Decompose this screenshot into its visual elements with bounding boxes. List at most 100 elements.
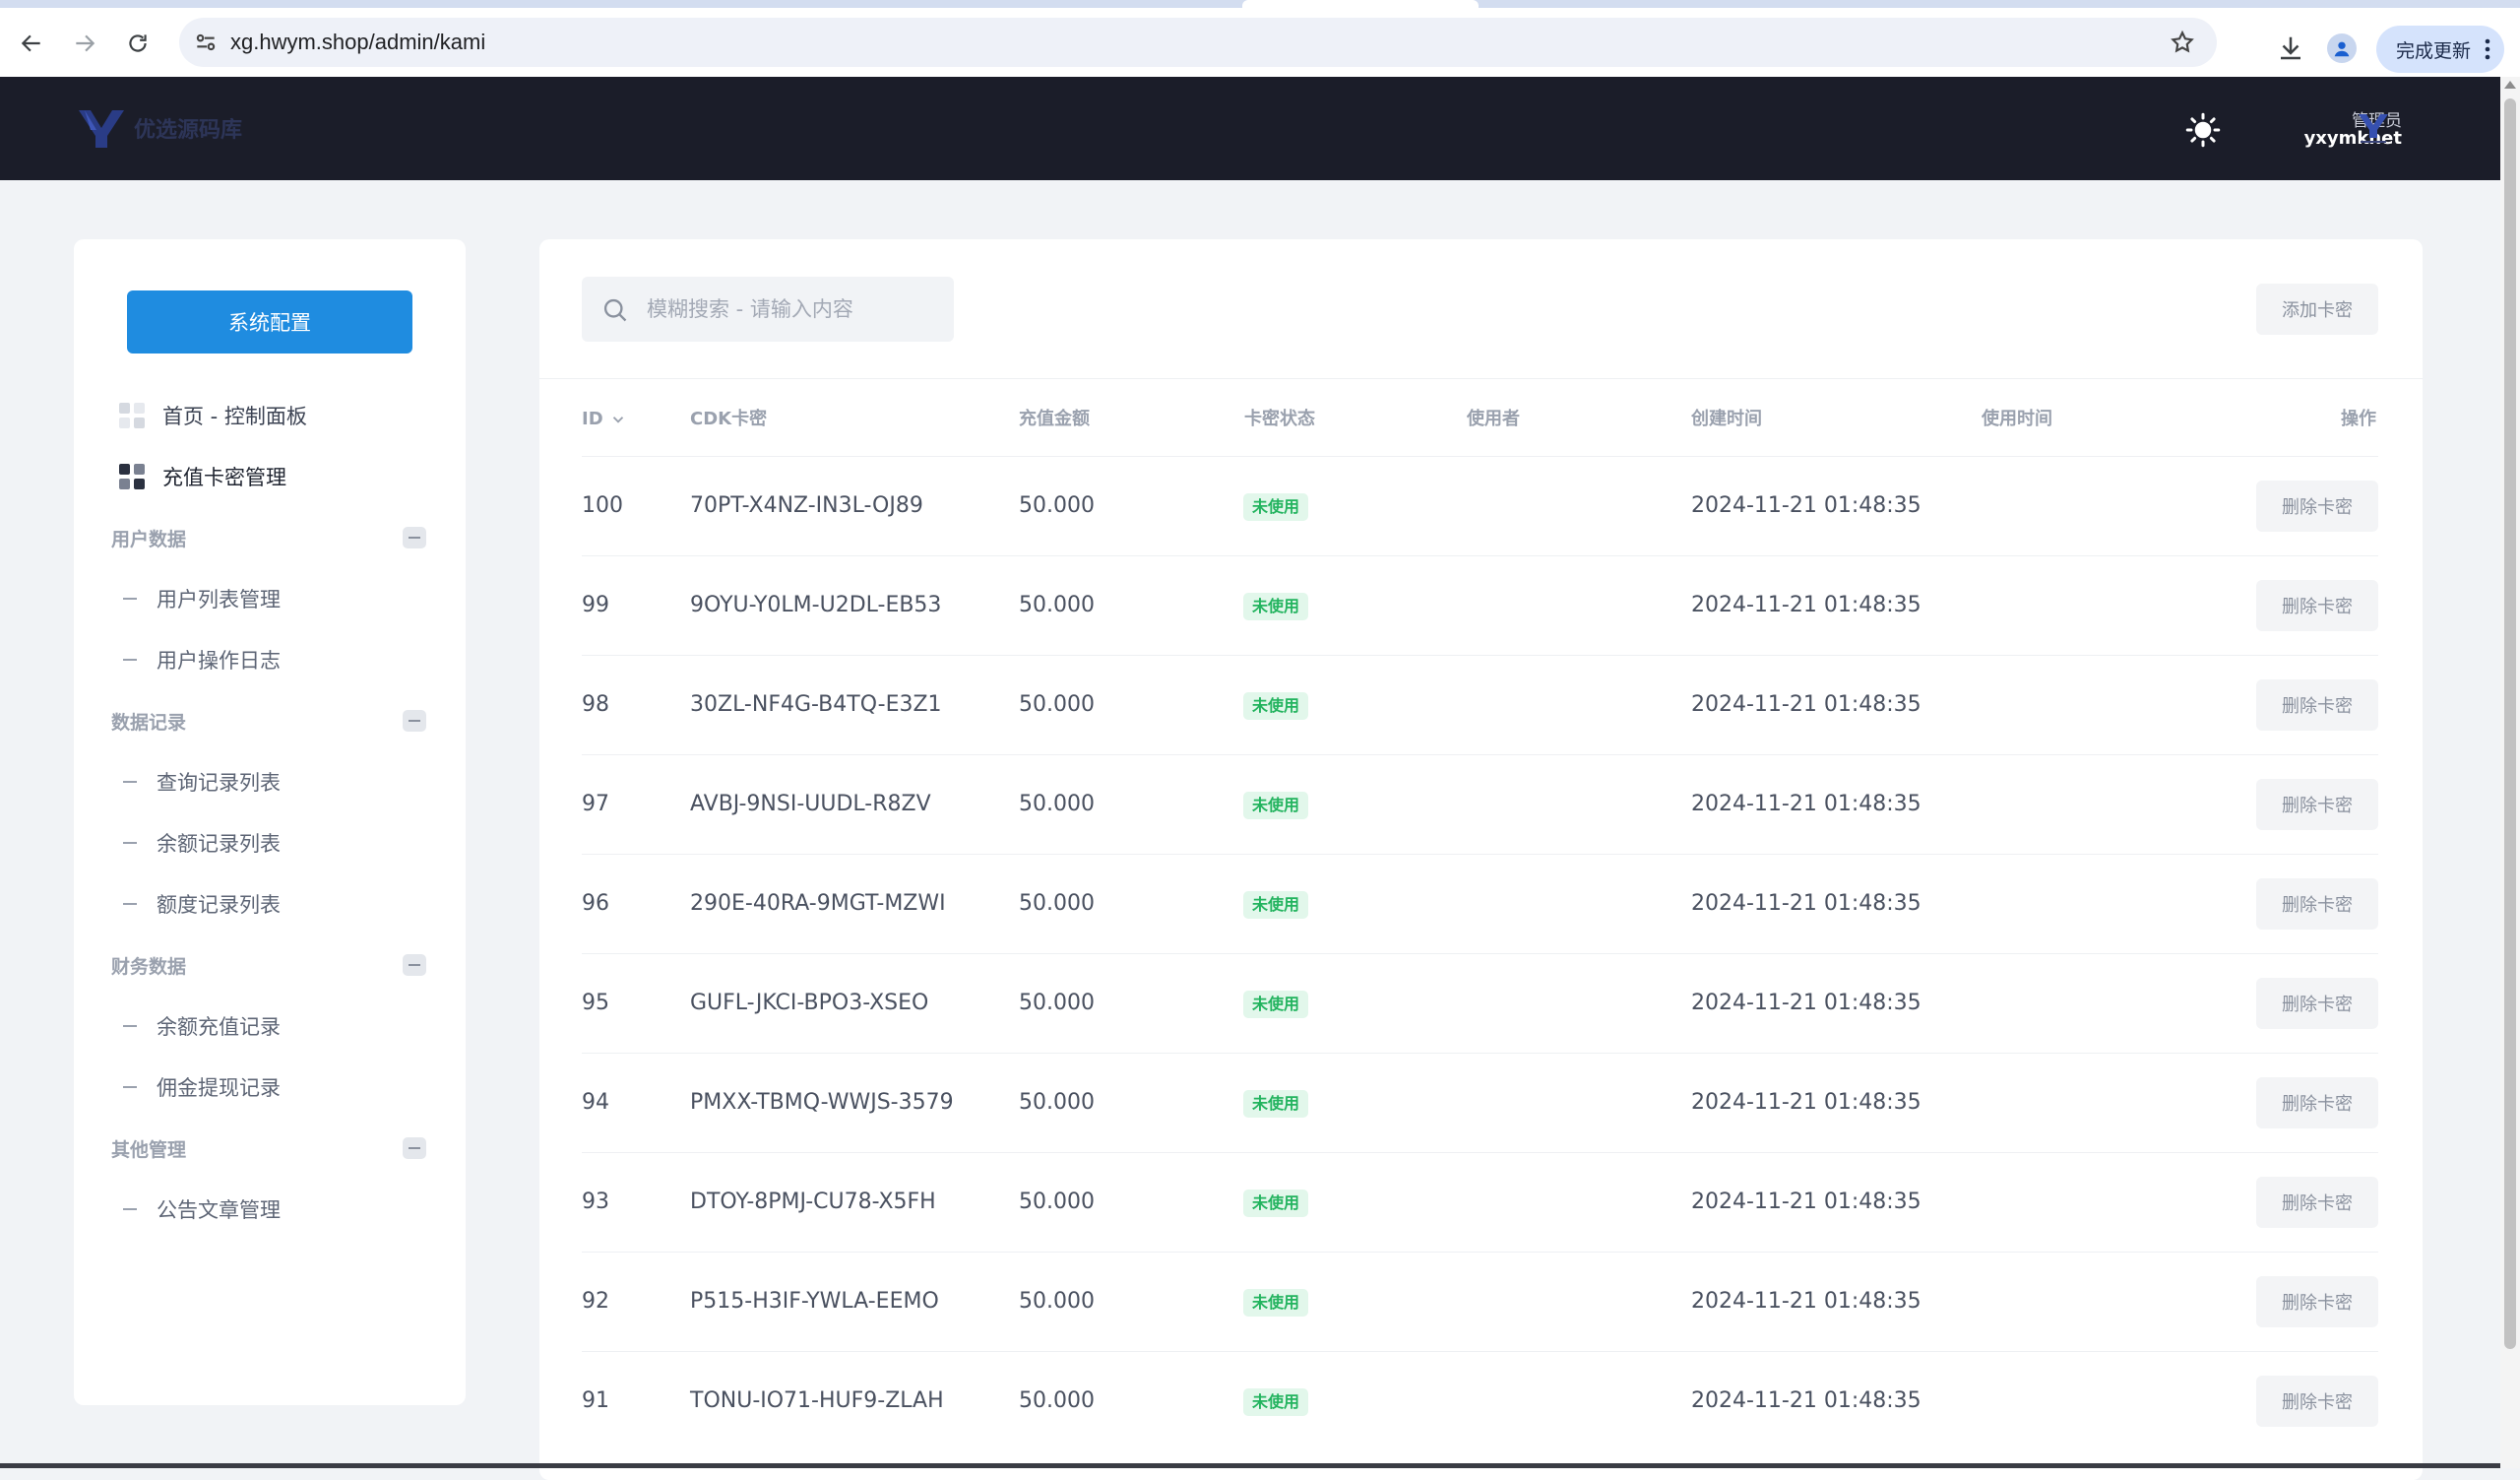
- status-badge: 未使用: [1243, 593, 1309, 620]
- column-header-used-time: 使用时间: [1982, 409, 2052, 429]
- taskbar-edge: [0, 1463, 2500, 1468]
- cell-amount: 50.000: [1019, 792, 1095, 816]
- site-logo[interactable]: 优选源码库: [77, 106, 242, 150]
- url-text[interactable]: xg.hwym.shop/admin/kami: [230, 18, 485, 67]
- status-badge: 未使用: [1243, 692, 1309, 720]
- sidebar-item-user-log[interactable]: 用户操作日志: [123, 640, 281, 679]
- sidebar-item-label: 公告文章管理: [157, 1198, 281, 1222]
- delete-card-key-button[interactable]: 删除卡密: [2256, 679, 2378, 731]
- dashboard-grid-icon: [119, 403, 145, 428]
- collapse-icon[interactable]: [403, 527, 426, 548]
- table-row: 100 70PT-X4NZ-IN3L-OJ89 50.000 未使用 2024-…: [582, 456, 2378, 555]
- back-icon[interactable]: [16, 28, 47, 59]
- delete-card-key-button[interactable]: 删除卡密: [2256, 1276, 2378, 1327]
- theme-sun-icon[interactable]: [2185, 112, 2221, 148]
- sidebar-group-other[interactable]: 其他管理: [111, 1128, 426, 1168]
- cell-created-time: 2024-11-21 01:48:35: [1691, 593, 1922, 617]
- active-tab[interactable]: [1242, 0, 1479, 8]
- sidebar-item-user-list[interactable]: 用户列表管理: [123, 579, 281, 618]
- sort-chevron-down-icon[interactable]: [609, 411, 627, 428]
- collapse-icon[interactable]: [403, 1137, 426, 1159]
- sidebar-item-card-management[interactable]: 充值卡密管理: [119, 457, 286, 496]
- group-title: 用户数据: [111, 528, 187, 550]
- cell-id: 98: [582, 692, 609, 717]
- delete-card-key-button[interactable]: 删除卡密: [2256, 1077, 2378, 1128]
- cell-cdk: DTOY-8PMJ-CU78-X5FH: [690, 1190, 936, 1214]
- bookmark-star-icon[interactable]: [2170, 30, 2195, 55]
- cell-amount: 50.000: [1019, 1190, 1095, 1214]
- search-icon: [603, 298, 627, 322]
- sidebar-item-quota-records[interactable]: 额度记录列表: [123, 884, 281, 924]
- cell-id: 95: [582, 991, 609, 1015]
- sidebar-item-balance-records[interactable]: 余额记录列表: [123, 823, 281, 863]
- collapse-icon[interactable]: [403, 954, 426, 976]
- sidebar-group-user-data[interactable]: 用户数据: [111, 518, 426, 557]
- sidebar-item-announcements[interactable]: 公告文章管理: [123, 1190, 281, 1229]
- status-badge: 未使用: [1243, 891, 1309, 919]
- cell-id: 92: [582, 1289, 609, 1314]
- cell-cdk: TONU-IO71-HUF9-ZLAH: [690, 1388, 944, 1413]
- user-avatar[interactable]: [2355, 108, 2392, 146]
- table-row: 94 PMXX-TBMQ-WWJS-3579 50.000 未使用 2024-1…: [582, 1053, 2378, 1152]
- cell-cdk: P515-H3IF-YWLA-EEMO: [690, 1289, 939, 1314]
- sidebar-item-withdraw-records[interactable]: 佣金提现记录: [123, 1067, 281, 1107]
- cell-amount: 50.000: [1019, 1388, 1095, 1413]
- cell-amount: 50.000: [1019, 891, 1095, 916]
- status-badge: 未使用: [1243, 1388, 1309, 1416]
- column-header-amount: 充值金额: [1019, 409, 1090, 429]
- sidebar-item-recharge-records[interactable]: 余额充值记录: [123, 1006, 281, 1046]
- sidebar-item-query-records[interactable]: 查询记录列表: [123, 762, 281, 802]
- forward-icon[interactable]: [69, 28, 100, 59]
- reload-icon[interactable]: [122, 28, 154, 59]
- profile-avatar[interactable]: [2327, 33, 2357, 63]
- column-header-action: 操作: [2341, 409, 2376, 429]
- divider: [539, 378, 2423, 379]
- sidebar-item-dashboard[interactable]: 首页 - 控制面板: [119, 396, 307, 435]
- sidebar-item-label: 用户列表管理: [157, 588, 281, 611]
- cell-cdk: 9OYU-Y0LM-U2DL-EB53: [690, 593, 942, 617]
- cell-cdk: 70PT-X4NZ-IN3L-OJ89: [690, 493, 923, 518]
- cell-cdk: 30ZL-NF4G-B4TQ-E3Z1: [690, 692, 942, 717]
- sidebar-group-finance[interactable]: 财务数据: [111, 945, 426, 985]
- cell-cdk: GUFL-JKCI-BPO3-XSEO: [690, 991, 929, 1015]
- add-card-key-button[interactable]: 添加卡密: [2256, 284, 2378, 335]
- cell-cdk: AVBJ-9NSI-UUDL-R8ZV: [690, 792, 931, 816]
- delete-card-key-button[interactable]: 删除卡密: [2256, 580, 2378, 631]
- page-scrollbar[interactable]: [2500, 77, 2520, 1468]
- status-badge: 未使用: [1243, 991, 1309, 1018]
- cell-amount: 50.000: [1019, 1090, 1095, 1115]
- cell-created-time: 2024-11-21 01:48:35: [1691, 991, 1922, 1015]
- address-bar[interactable]: xg.hwym.shop/admin/kami: [179, 18, 2217, 67]
- sidebar: 系统配置 首页 - 控制面板 充值卡密管理 用户数据 用户列表管理 用户操作日志…: [74, 239, 466, 1405]
- browser-chrome: xg.hwym.shop/admin/kami 完成更新: [0, 0, 2520, 77]
- delete-card-key-button[interactable]: 删除卡密: [2256, 779, 2378, 830]
- column-header-user: 使用者: [1467, 409, 1520, 429]
- column-header-label: ID: [582, 409, 603, 429]
- delete-card-key-button[interactable]: 删除卡密: [2256, 1376, 2378, 1427]
- cell-amount: 50.000: [1019, 493, 1095, 518]
- scroll-up-arrow-icon[interactable]: [2504, 81, 2516, 89]
- column-header-id[interactable]: ID: [582, 405, 627, 434]
- cell-id: 94: [582, 1090, 609, 1115]
- cell-cdk: PMXX-TBMQ-WWJS-3579: [690, 1090, 954, 1115]
- logo-text: 优选源码库: [134, 117, 243, 143]
- site-info-icon[interactable]: [193, 30, 219, 55]
- sidebar-group-data-records[interactable]: 数据记录: [111, 701, 426, 740]
- browser-update-button[interactable]: 完成更新: [2376, 26, 2504, 73]
- cell-created-time: 2024-11-21 01:48:35: [1691, 1090, 1922, 1115]
- search-box[interactable]: [582, 277, 954, 342]
- delete-card-key-button[interactable]: 删除卡密: [2256, 1177, 2378, 1228]
- delete-card-key-button[interactable]: 删除卡密: [2256, 481, 2378, 532]
- collapse-icon[interactable]: [403, 710, 426, 732]
- search-input[interactable]: [645, 277, 940, 342]
- system-config-button[interactable]: 系统配置: [127, 290, 412, 354]
- download-icon[interactable]: [2276, 33, 2305, 63]
- table-row: 93 DTOY-8PMJ-CU78-X5FH 50.000 未使用 2024-1…: [582, 1152, 2378, 1252]
- update-label: 完成更新: [2396, 40, 2472, 62]
- delete-card-key-button[interactable]: 删除卡密: [2256, 878, 2378, 930]
- cell-amount: 50.000: [1019, 593, 1095, 617]
- more-menu-icon: [2485, 38, 2490, 60]
- cell-id: 100: [582, 493, 623, 518]
- delete-card-key-button[interactable]: 删除卡密: [2256, 978, 2378, 1029]
- scrollbar-thumb[interactable]: [2504, 98, 2516, 1349]
